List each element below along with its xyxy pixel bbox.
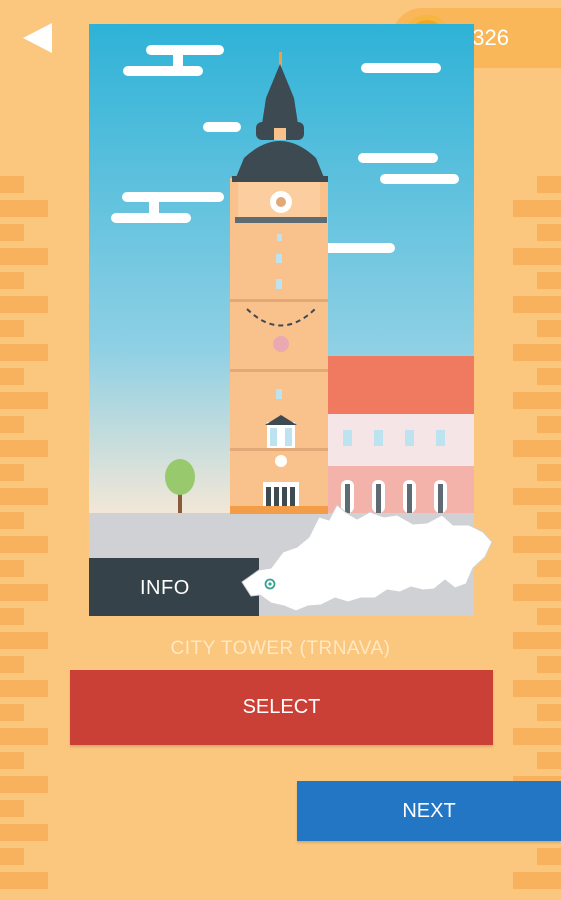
next-button[interactable]: NEXT: [297, 781, 561, 841]
info-button[interactable]: INFO: [89, 558, 259, 616]
back-arrow-icon: [23, 23, 52, 53]
info-label: INFO: [140, 577, 190, 599]
brick-wall-right: [513, 176, 561, 889]
brick-wall-left: [0, 176, 48, 889]
slovakia-map-icon: [241, 504, 493, 612]
back-button[interactable]: [20, 20, 56, 56]
select-button[interactable]: SELECT: [70, 670, 493, 745]
place-name: CITY TOWER (TRNAVA): [170, 638, 391, 659]
